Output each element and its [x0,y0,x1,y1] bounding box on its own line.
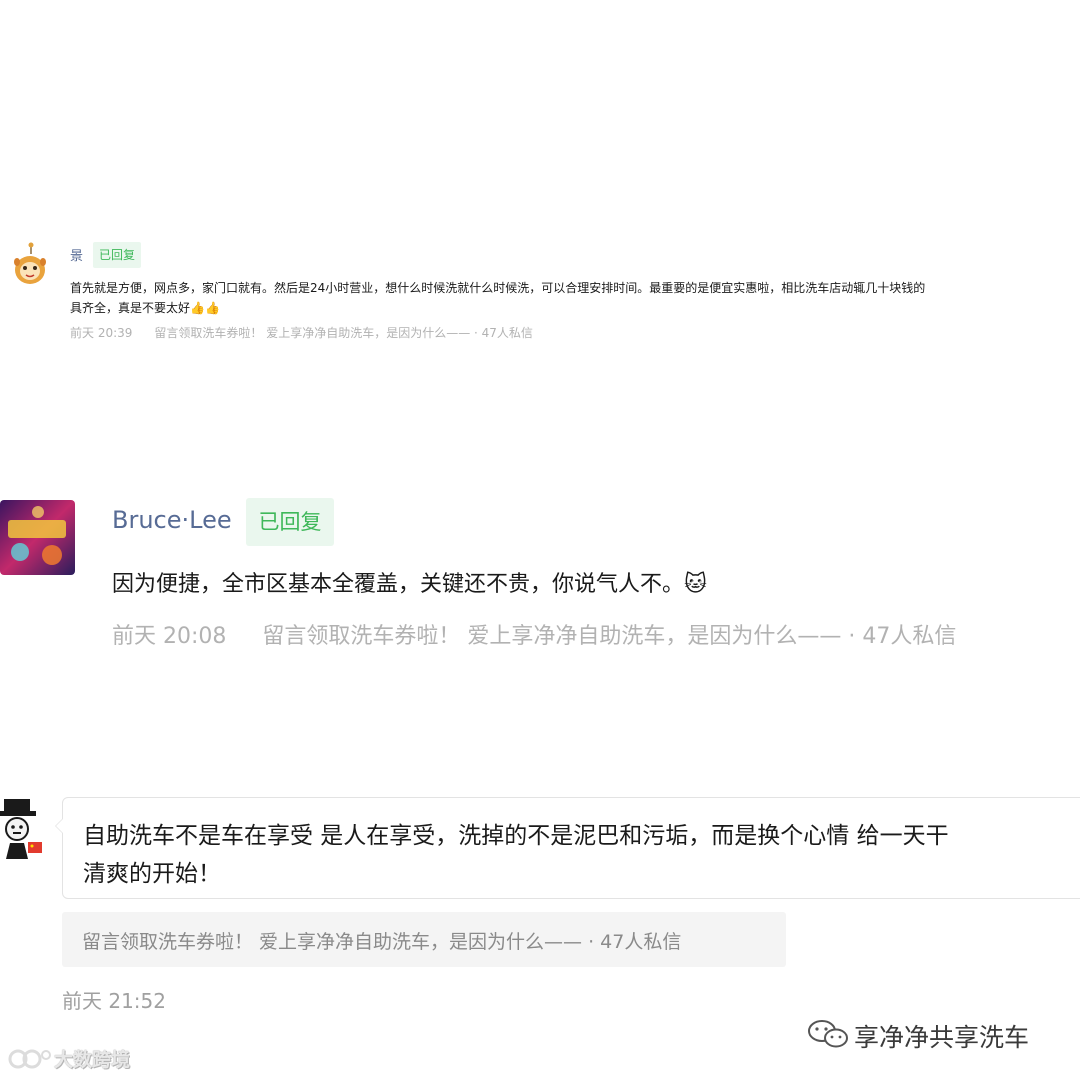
comment-meta: 前天 20:39 留言领取洗车券啦！ 爱上享净净自助洗车，是因为什么—— · 47… [70,324,533,341]
comment-nickname[interactable]: Bruce·Lee [112,506,232,534]
comment-source-link[interactable]: 留言领取洗车券啦！ 爱上享净净自助洗车，是因为什么—— · 47人私信 [62,912,786,967]
comment-nickname[interactable]: 景 [70,245,83,264]
cartoon-avatar-icon[interactable] [10,242,50,286]
comment-text-line: 因为便捷，全市区基本全覆盖，关键还不贵，你说气人不。🐱 [112,572,707,597]
comment-time: 前天 20:39 [70,326,133,340]
replied-badge: 已回复 [93,242,141,268]
comment-time: 前天 20:08 [112,624,227,649]
comment-text-line: 自助洗车不是车在享受 是人在享受，洗掉的不是泥巴和污垢，而是换个心情 给一天干 [83,823,949,849]
comment-source-link[interactable]: 留言领取洗车券啦！ 爱上享净净自助洗车，是因为什么—— · 47人私信 [262,624,956,649]
comment-source-link[interactable]: 留言领取洗车券啦！ 爱上享净净自助洗车，是因为什么—— · 47人私信 [154,326,533,340]
comment-source-text: 留言领取洗车券啦！ 爱上享净净自助洗车，是因为什么—— · 47人私信 [82,931,682,953]
comment-meta: 前天 20:08 留言领取洗车券啦！ 爱上享净净自助洗车，是因为什么—— · 47… [112,618,956,650]
comment-text-line: 清爽的开始！ [83,861,221,887]
wechat-account-name: 享净净共享洗车 [854,1023,1030,1052]
user-avatar[interactable] [0,500,75,575]
comment-text-line: 首先就是方便，网点多，家门口就有。然后是24小时营业，想什么时候洗就什么时候洗，… [70,281,926,295]
source-logo-text: 大数跨境 [54,1049,131,1071]
source-logo-icon [8,1046,52,1077]
comment-text-line: 具齐全，真是不要太好👍👍 [70,301,220,315]
replied-badge: 已回复 [246,498,334,546]
user-avatar[interactable] [0,797,46,859]
comment-bubble: 自助洗车不是车在享受 是人在享受，洗掉的不是泥巴和污垢，而是换个心情 给一天干 … [55,797,1080,899]
comment-time: 前天 21:52 [62,989,166,1013]
wechat-icon [806,1018,850,1056]
